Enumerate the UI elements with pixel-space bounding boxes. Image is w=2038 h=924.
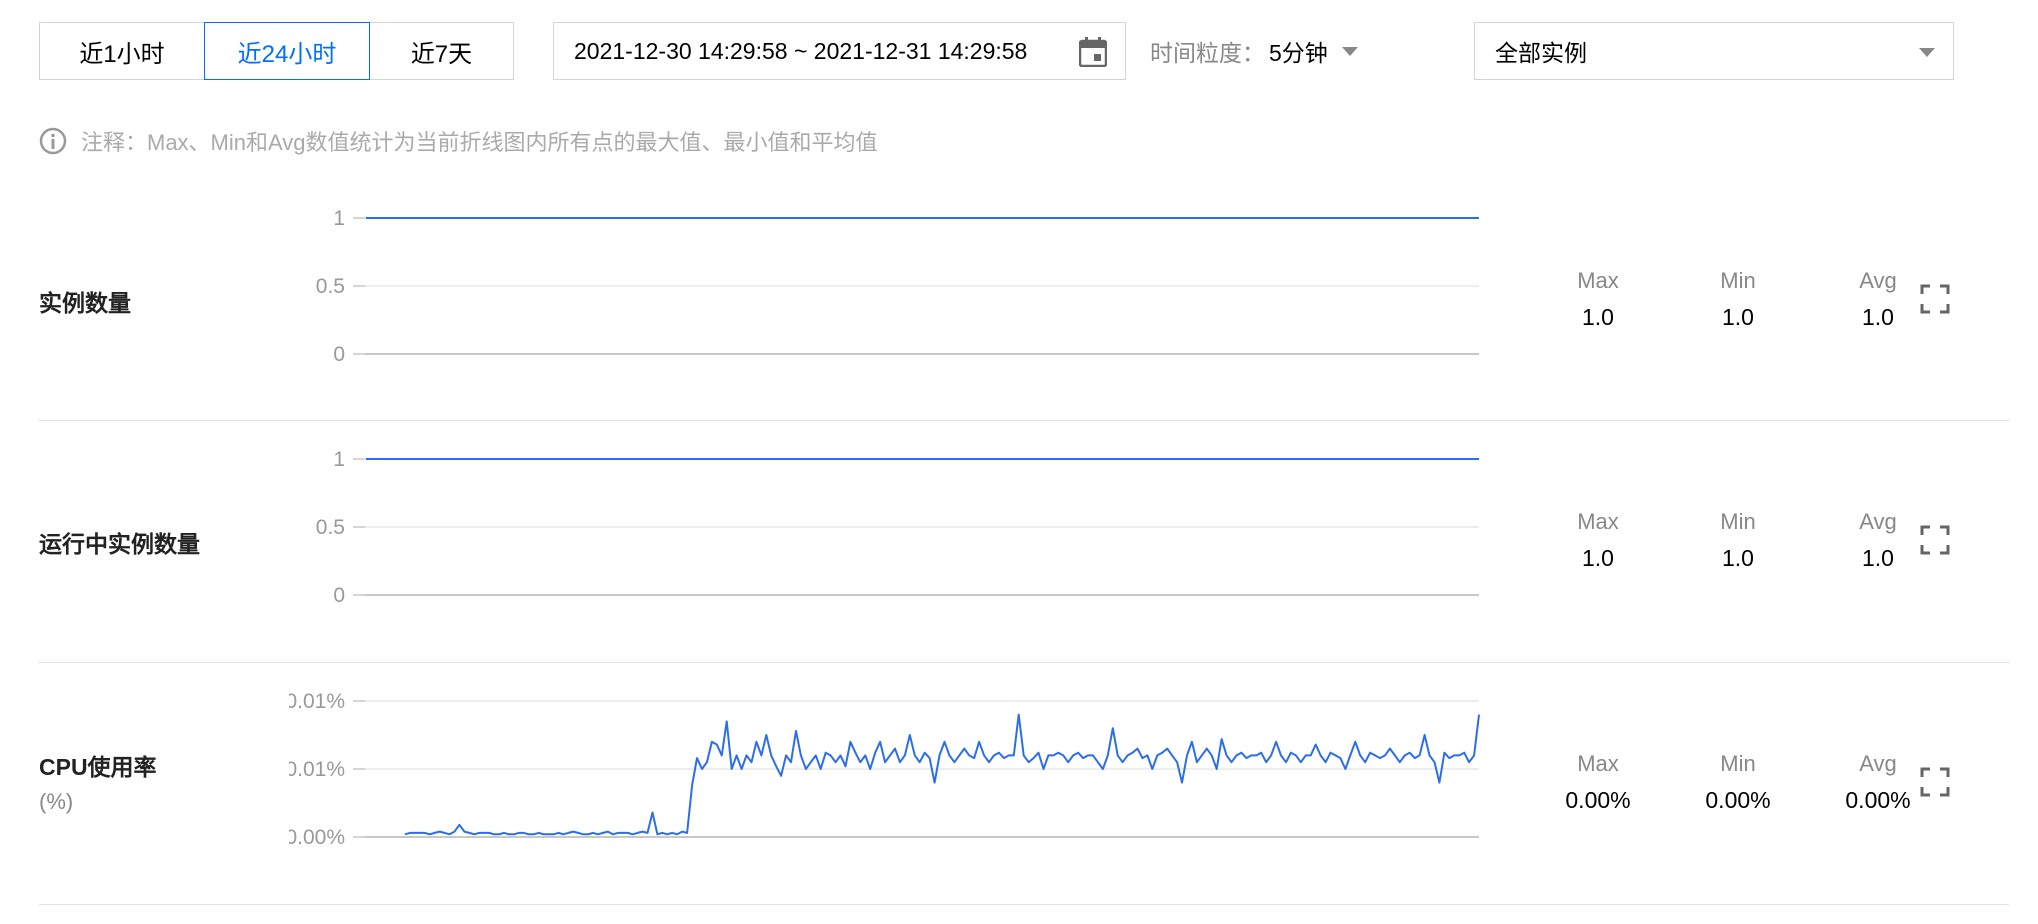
y-tick-label: 0 [333, 584, 345, 607]
max-value: 1.0 [1582, 545, 1614, 571]
fullscreen-icon[interactable] [1920, 284, 1950, 314]
series-line [404, 713, 1480, 836]
min-label: Min [1720, 751, 1756, 776]
chart-cpu-usage: 0.01% 0.01% 0.00% [289, 690, 1480, 849]
y-tick-label: 0.5 [316, 275, 345, 298]
caret-down-icon [1341, 46, 1358, 56]
max-label: Max [1577, 509, 1619, 534]
min-value: 0.00% [1705, 787, 1771, 813]
max-value: 0.00% [1565, 787, 1631, 813]
max-label: Max [1577, 751, 1619, 776]
instance-select-value: 全部实例 [1495, 40, 1587, 66]
calendar-icon[interactable] [1079, 37, 1107, 67]
time-range-selector: 近1小时 近24小时 近7天 [39, 22, 514, 80]
y-tick-label: 1 [333, 207, 345, 230]
min-value: 1.0 [1722, 545, 1754, 571]
chart-running-instance-count: 10.50 [316, 448, 1479, 607]
range-1h-button[interactable]: 近1小时 [39, 22, 205, 80]
stats-note: 注释：Max、Min和Avg数值统计为当前折线图内所有点的最大值、最小值和平均值 [39, 125, 878, 157]
info-icon [39, 127, 67, 155]
range-24h-button[interactable]: 近24小时 [204, 22, 370, 80]
y-tick-label: 0 [333, 343, 345, 366]
y-tick-label: 0.00% [289, 826, 345, 849]
granularity-value: 5分钟 [1269, 40, 1328, 66]
fullscreen-icon[interactable] [1920, 767, 1950, 797]
instance-select[interactable]: 全部实例 [1474, 22, 1954, 80]
metric-row-running-instance-count: 运行中实例数量 1 0.5 0 Max Min Avg 1.0 1.0 1.0 [39, 421, 2009, 663]
metric-row-cpu-usage: CPU使用率 (%) 0.01% 0.01% 0.00% Max Min Avg 0… [39, 663, 2009, 905]
y-tick-label: 0.5 [316, 516, 345, 539]
min-value: 1.0 [1722, 304, 1754, 330]
y-tick-label: 1 [333, 448, 345, 471]
y-tick-label: 0.01% [289, 690, 345, 713]
metric-name: CPU使用率 [39, 754, 157, 780]
granularity-dropdown[interactable]: 时间粒度： 5分钟 [1150, 22, 1358, 80]
chart-instance-count: 10.50 [316, 207, 1479, 366]
date-range-picker[interactable]: 2021-12-30 14:29:58 ~ 2021-12-31 14:29:5… [553, 22, 1126, 80]
range-7d-button[interactable]: 近7天 [369, 22, 514, 80]
min-label: Min [1720, 268, 1756, 293]
metric-row-instance-count: 实例数量 1 0.5 0 Max Min Avg 1.0 1.0 1.0 [39, 180, 2009, 421]
max-value: 1.0 [1582, 304, 1614, 330]
caret-down-icon [1919, 48, 1935, 57]
metric-name: 实例数量 [39, 290, 131, 316]
fullscreen-icon[interactable] [1920, 525, 1950, 555]
y-tick-label: 0.01% [289, 758, 345, 781]
metric-name: 运行中实例数量 [39, 531, 200, 557]
date-range-text: 2021-12-30 14:29:58 ~ 2021-12-31 14:29:5… [574, 37, 1028, 64]
note-text: 注释：Max、Min和Avg数值统计为当前折线图内所有点的最大值、最小值和平均值 [81, 130, 878, 155]
min-label: Min [1720, 509, 1756, 534]
granularity-label: 时间粒度： [1150, 40, 1265, 66]
max-label: Max [1577, 268, 1619, 293]
metric-unit: (%) [39, 789, 74, 814]
